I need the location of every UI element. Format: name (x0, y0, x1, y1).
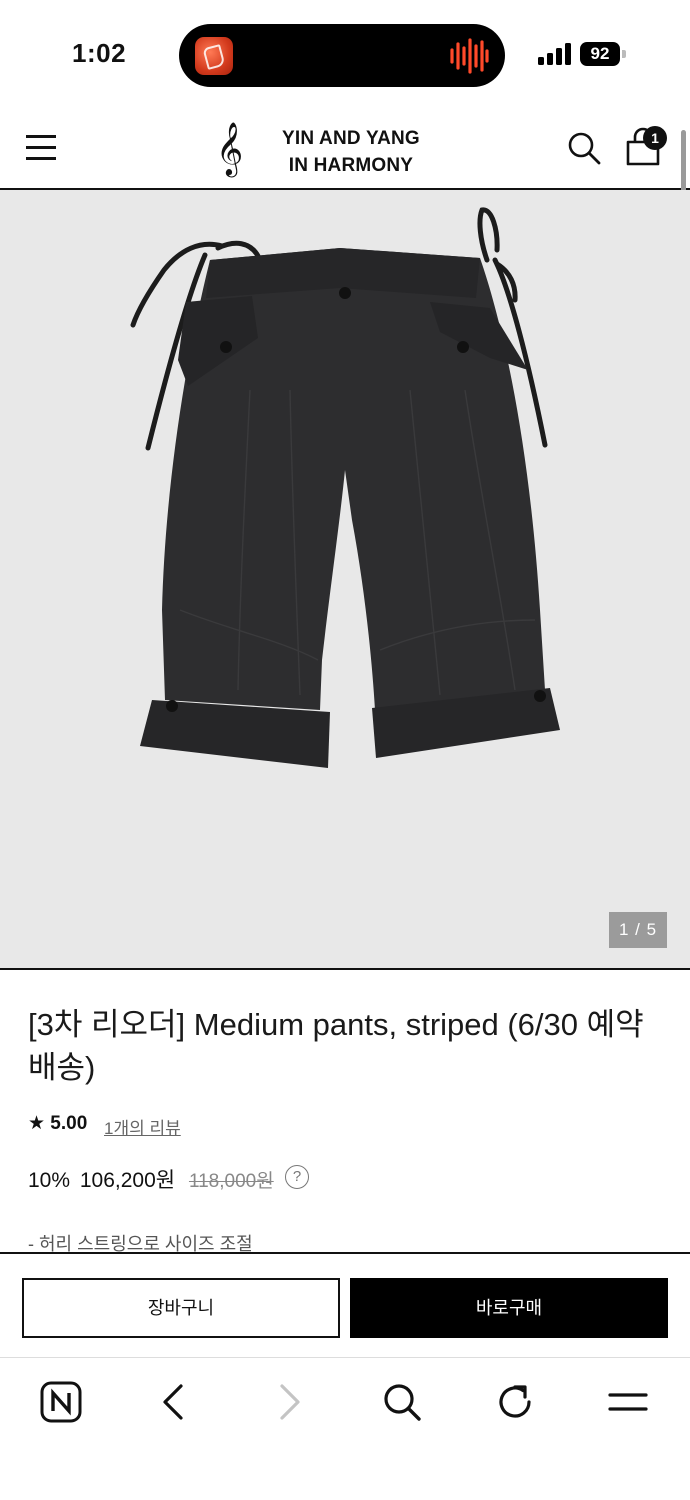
logo-text: YIN AND YANG IN HARMONY (282, 125, 420, 179)
search-icon[interactable] (380, 1380, 424, 1424)
status-bar: 1:02 92 (0, 0, 690, 108)
pants-illustration (130, 207, 560, 768)
original-price: 118,000원 (188, 1171, 274, 1192)
site-logo[interactable]: 𝄞 YIN AND YANG IN HARMONY (216, 120, 446, 180)
menu-icon[interactable] (606, 1380, 650, 1424)
live-activity-app-icon (195, 37, 233, 75)
price-row: 10% 106,200원 118,000원 (28, 1164, 274, 1194)
product-image[interactable] (0, 190, 690, 970)
status-time: 1:02 (72, 38, 127, 68)
review-link[interactable]: 1개의 리뷰 (104, 1114, 181, 1139)
cart-count-badge: 1 (643, 126, 667, 150)
add-to-cart-button[interactable]: 장바구니 (22, 1278, 340, 1338)
naver-icon[interactable] (39, 1380, 83, 1424)
cellular-signal-icon (538, 43, 571, 65)
back-icon[interactable] (153, 1380, 197, 1424)
forward-icon[interactable] (266, 1380, 310, 1424)
buy-now-button[interactable]: 바로구매 (350, 1278, 668, 1338)
purchase-action-bar: 장바구니 바로구매 (0, 1252, 690, 1358)
logo-line-2: IN HARMONY (288, 155, 414, 176)
price-help-icon[interactable]: ? (285, 1165, 309, 1189)
browser-toolbar (0, 1358, 690, 1500)
image-counter: 1 / 5 (609, 912, 667, 948)
dynamic-island[interactable] (179, 24, 505, 87)
discount-rate: 10% (28, 1169, 71, 1192)
product-title: [3차 리오더] Medium pants, striped (6/30 예약배… (28, 1007, 644, 1085)
rating-score: ★ 5.00 (28, 1113, 88, 1134)
audio-wave-icon (450, 38, 489, 74)
search-icon[interactable] (566, 130, 602, 166)
logo-line-1: YIN AND YANG (282, 128, 420, 149)
site-header: 𝄞 YIN AND YANG IN HARMONY (0, 108, 690, 190)
refresh-icon[interactable] (493, 1380, 537, 1424)
battery-indicator: 92 (580, 42, 620, 66)
hamburger-menu-icon[interactable] (26, 135, 56, 160)
sale-price: 106,200원 (79, 1169, 176, 1192)
treble-clef-icon: 𝄞 (216, 121, 244, 175)
battery-tip (622, 50, 626, 58)
